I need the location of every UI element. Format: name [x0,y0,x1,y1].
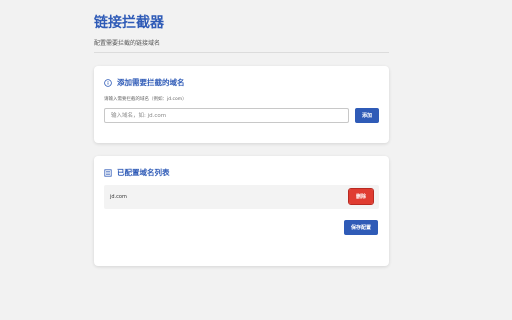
domain-list-heading: 已配置域名列表 [104,167,170,178]
info-circle-icon [104,78,112,87]
add-domain-heading-label: 添加需要拦截的域名 [117,78,185,87]
save-config-button[interactable]: 保存配置 [344,220,378,235]
domain-list-card: 已配置域名列表 jd.com 删除 保存配置 [94,156,389,266]
list-icon [104,168,112,177]
domain-list-heading-label: 已配置域名列表 [117,168,170,177]
delete-button[interactable]: 删除 [348,188,374,205]
header-divider [94,52,389,53]
domain-row: jd.com 删除 [104,185,379,209]
add-domain-card: 添加需要拦截的域名 请输入需要拦截的域名（例如：jd.com） 添加 [94,66,389,143]
domain-input[interactable] [104,108,349,123]
page-header: 链接拦截器 配置需要拦截的链接域名 [94,14,390,47]
page-subtitle: 配置需要拦截的链接域名 [94,40,161,47]
page-title: 链接拦截器 [94,15,164,31]
add-domain-heading: 添加需要拦截的域名 [104,77,185,88]
domain-name: jd.com [110,194,127,200]
domain-input-hint: 请输入需要拦截的域名（例如：jd.com） [104,97,187,102]
add-button[interactable]: 添加 [355,108,379,123]
